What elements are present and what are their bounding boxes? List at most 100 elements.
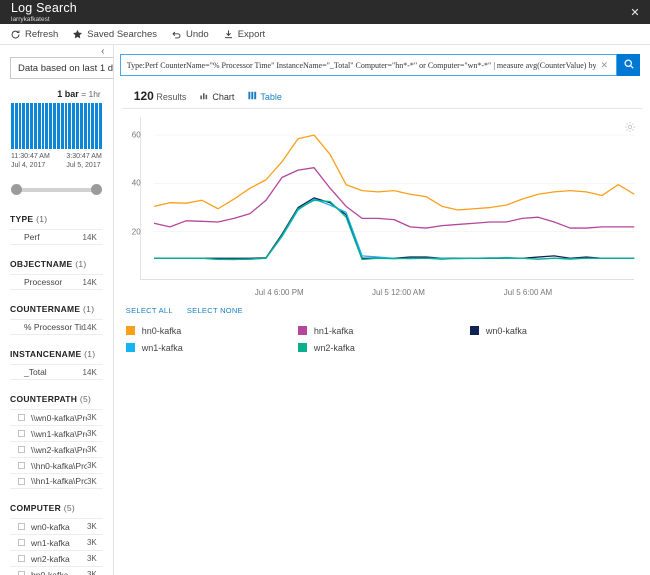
facet-row[interactable]: \\wn1-kafka\Processor(_Total)\% Processo… <box>10 425 103 441</box>
facet-checkbox[interactable] <box>18 430 25 437</box>
chart-series-line <box>154 200 634 259</box>
facet-row-value: 14K <box>82 232 97 242</box>
facet-title: INSTANCENAME (1) <box>10 349 103 364</box>
histogram-bar[interactable] <box>76 103 79 149</box>
facet-checkbox[interactable] <box>18 555 25 562</box>
legend-color-swatch <box>297 326 307 335</box>
close-icon[interactable]: ✕ <box>620 0 650 24</box>
chart-x-tick: Jul 5 12:00 AM <box>371 288 425 297</box>
search-button[interactable] <box>617 54 640 76</box>
histogram-bar[interactable] <box>60 103 64 149</box>
legend-item[interactable]: wn2-kafka <box>297 339 470 356</box>
facet-row-value: 3K <box>86 538 97 547</box>
legend-item[interactable]: hn0-kafka <box>125 322 298 339</box>
histogram-bar[interactable] <box>87 103 91 149</box>
histogram-bar[interactable] <box>45 103 49 149</box>
facet-row[interactable]: \\hn1-kafka\Processor(_Total)\% Processo… <box>10 473 103 489</box>
histogram-bar[interactable] <box>79 103 83 149</box>
histogram-bar[interactable] <box>83 103 87 149</box>
chart-x-tick: Jul 5 6:00 AM <box>503 288 553 297</box>
search-row: Type:Perf CounterName="% Processor Time"… <box>114 45 650 76</box>
histogram-bar[interactable] <box>33 103 37 149</box>
export-button[interactable]: Export <box>219 24 275 44</box>
undo-icon <box>171 29 182 40</box>
facet-row[interactable]: % Processor Time14K <box>10 319 103 335</box>
results-pane: Type:Perf CounterName="% Processor Time"… <box>113 45 650 575</box>
saved-searches-button[interactable]: Saved Searches <box>68 24 167 44</box>
results-count-label: Results <box>156 92 187 102</box>
select-none-link[interactable]: SELECT NONE <box>187 306 243 315</box>
slider-handle-right[interactable] <box>90 184 102 195</box>
facet-row[interactable]: wn2-kafka 3K <box>10 550 103 566</box>
facet-row[interactable]: _Total 14K <box>10 364 103 380</box>
undo-button[interactable]: Undo <box>167 24 219 44</box>
facet-row-value: 3K <box>86 476 97 486</box>
histogram-bar[interactable] <box>30 103 33 149</box>
facet-row[interactable]: \\wn0-kafka\Processor(_Total)\% Processo… <box>10 409 103 425</box>
histogram-bar[interactable] <box>18 103 22 149</box>
facet-row[interactable]: \\wn2-kafka\Processor(_Total)\% Processo… <box>10 441 103 457</box>
select-all-link[interactable]: SELECT ALL <box>126 306 173 315</box>
histogram-bar[interactable] <box>53 103 56 149</box>
range-end-time: 3:30:47 AM <box>66 153 102 160</box>
histogram-bar[interactable] <box>68 103 72 149</box>
time-histogram[interactable] <box>10 103 103 149</box>
chart-series-line <box>154 198 634 258</box>
histogram-bar[interactable] <box>22 103 26 149</box>
histogram-bar[interactable] <box>37 103 41 149</box>
histogram-bar[interactable] <box>91 103 95 149</box>
clear-search-icon[interactable]: ✕ <box>596 60 612 71</box>
search-input[interactable]: Type:Perf CounterName="% Processor Time"… <box>119 54 617 76</box>
facet-row-label: % Processor Time <box>24 322 83 332</box>
histogram-bar[interactable] <box>41 103 45 149</box>
histogram-bar[interactable] <box>64 103 68 149</box>
time-range-value: Data based on last 1 day <box>18 62 114 74</box>
histogram-bar[interactable] <box>14 103 18 149</box>
histogram-bar[interactable] <box>26 103 30 149</box>
content-split: ‹ Data based on last 1 day ▾ 1 bar = 1hr… <box>0 45 650 575</box>
legend-item[interactable]: hn1-kafka <box>297 322 470 339</box>
facet-checkbox[interactable] <box>18 571 25 575</box>
tab-chart[interactable]: Chart <box>200 91 234 103</box>
legend-color-swatch <box>297 343 307 352</box>
histogram-bar[interactable] <box>56 103 60 149</box>
download-icon <box>223 29 234 40</box>
facet-section: COUNTERNAME (1)% Processor Time14K <box>10 304 103 335</box>
time-range-slider[interactable] <box>10 180 103 200</box>
search-query-text: Type:Perf CounterName="% Processor Time"… <box>126 60 597 70</box>
facet-checkbox[interactable] <box>18 462 25 469</box>
facet-row[interactable]: wn0-kafka 3K <box>10 518 103 534</box>
legend-item[interactable]: wn1-kafka <box>125 339 298 356</box>
histogram-bar[interactable] <box>72 103 76 149</box>
histogram-bar[interactable] <box>49 103 53 149</box>
page-title: Log Search <box>11 1 77 15</box>
facet-row-label: Perf <box>24 232 40 242</box>
chevron-left-icon[interactable]: ‹ <box>97 46 109 58</box>
facet-section: COUNTERPATH (5) \\wn0-kafka\Processor(_To… <box>10 394 103 489</box>
facet-title: COMPUTER (5) <box>10 503 103 518</box>
facet-checkbox[interactable] <box>18 539 25 546</box>
time-range-select[interactable]: Data based on last 1 day ▾ <box>10 57 114 79</box>
facet-checkbox[interactable] <box>18 477 25 485</box>
filters-sidebar: ‹ Data based on last 1 day ▾ 1 bar = 1hr… <box>0 45 114 575</box>
facet-row-label: wn1-kafka <box>31 537 70 548</box>
histogram-range-labels: 11:30:47 AM Jul 4, 2017 3:30:47 AM Jul 5… <box>10 152 103 170</box>
facet-count: (1) <box>75 259 87 269</box>
facet-row[interactable]: hn0-kafka 3K <box>10 566 103 575</box>
facet-row[interactable]: \\hn0-kafka\Processor(_Total)\% Processo… <box>10 457 103 473</box>
facet-checkbox[interactable] <box>18 446 25 453</box>
refresh-button[interactable]: Refresh <box>6 24 68 44</box>
histogram-bar[interactable] <box>11 103 14 149</box>
facet-title: COUNTERPATH (5) <box>10 394 103 409</box>
histogram-bar[interactable] <box>99 103 102 149</box>
facet-checkbox[interactable] <box>18 523 25 530</box>
tab-table[interactable]: Table <box>248 91 282 103</box>
facet-checkbox[interactable] <box>18 414 25 421</box>
legend-item[interactable]: wn0-kafka <box>469 322 642 339</box>
facet-row[interactable]: Perf 14K <box>10 229 103 245</box>
histogram-bar[interactable] <box>95 103 99 149</box>
slider-handle-left[interactable] <box>11 184 22 195</box>
facet-row[interactable]: Processor 14K <box>10 274 103 290</box>
facet-row[interactable]: wn1-kafka 3K <box>10 534 103 550</box>
refresh-label: Refresh <box>25 28 59 40</box>
